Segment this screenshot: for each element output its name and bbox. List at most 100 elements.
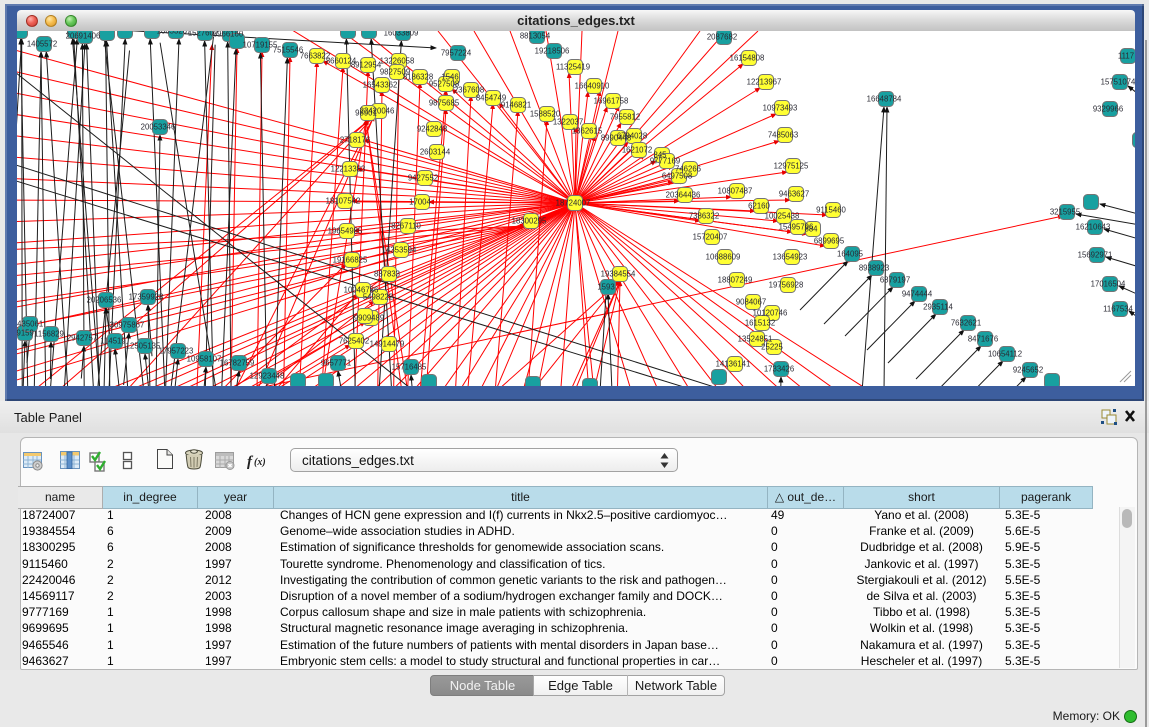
svg-text:10025438: 10025438 bbox=[765, 212, 800, 221]
svg-text:1435061: 1435061 bbox=[17, 320, 43, 329]
svg-text:9427552: 9427552 bbox=[408, 174, 438, 183]
svg-text:14136141: 14136141 bbox=[716, 360, 751, 369]
svg-text:19756928: 19756928 bbox=[769, 281, 804, 290]
svg-text:9909489: 9909489 bbox=[354, 314, 384, 323]
svg-text:19166825: 19166825 bbox=[333, 256, 368, 265]
svg-text:25225: 25225 bbox=[761, 343, 783, 352]
svg-text:9146821: 9146821 bbox=[501, 101, 531, 110]
svg-text:30975867: 30975867 bbox=[110, 321, 145, 330]
svg-text:2718176: 2718176 bbox=[340, 136, 370, 145]
svg-text:7386322: 7386322 bbox=[689, 212, 719, 221]
svg-text:1362615: 1362615 bbox=[572, 127, 603, 136]
svg-text:6966160: 6966160 bbox=[213, 31, 244, 39]
svg-text:20364436: 20364436 bbox=[666, 191, 701, 200]
svg-text:16033809: 16033809 bbox=[384, 31, 419, 38]
svg-text:20053346: 20053346 bbox=[141, 123, 176, 132]
svg-text:19654985: 19654985 bbox=[328, 227, 363, 236]
svg-text:9245652: 9245652 bbox=[1013, 366, 1043, 375]
svg-text:12213967: 12213967 bbox=[747, 78, 782, 87]
svg-text:1405572: 1405572 bbox=[27, 40, 57, 49]
svg-text:1621072: 1621072 bbox=[622, 146, 652, 155]
svg-text:6899695: 6899695 bbox=[814, 237, 845, 246]
svg-text:18724007: 18724007 bbox=[556, 199, 591, 208]
svg-text:8471676: 8471676 bbox=[968, 335, 998, 344]
svg-text:1117: 1117 bbox=[1118, 52, 1134, 61]
svg-text:7625402: 7625402 bbox=[339, 337, 369, 346]
svg-text:2603144: 2603144 bbox=[420, 148, 451, 157]
svg-text:9474444: 9474444 bbox=[902, 290, 933, 299]
svg-text:15720407: 15720407 bbox=[693, 233, 728, 242]
svg-text:7955812: 7955812 bbox=[610, 113, 640, 122]
svg-text:18807249: 18807249 bbox=[718, 276, 753, 285]
svg-text:12505135: 12505135 bbox=[126, 342, 161, 351]
svg-text:9329966: 9329966 bbox=[1093, 105, 1123, 114]
svg-text:1615132: 1615132 bbox=[745, 319, 775, 328]
svg-text:114519: 114519 bbox=[100, 337, 125, 346]
svg-text:18300295: 18300295 bbox=[512, 217, 547, 226]
svg-text:f: f bbox=[247, 454, 254, 470]
svg-text:16782759: 16782759 bbox=[220, 359, 255, 368]
svg-text:10807487: 10807487 bbox=[718, 187, 753, 196]
svg-text:2942757: 2942757 bbox=[67, 334, 97, 343]
svg-text:10120746: 10120746 bbox=[753, 309, 788, 318]
svg-text:14353594: 14353594 bbox=[382, 246, 417, 255]
svg-text:7485063: 7485063 bbox=[768, 131, 798, 140]
svg-text:8267110: 8267110 bbox=[391, 222, 421, 231]
svg-text:887833: 887833 bbox=[374, 270, 400, 279]
svg-text:1733426: 1733426 bbox=[764, 365, 794, 374]
svg-text:1156829: 1156829 bbox=[34, 330, 64, 339]
svg-text:16640910: 16640910 bbox=[575, 82, 610, 91]
svg-text:39159: 39159 bbox=[17, 329, 34, 338]
svg-text:8813054: 8813054 bbox=[520, 32, 551, 41]
svg-text:884: 884 bbox=[804, 225, 818, 234]
svg-text:7957224: 7957224 bbox=[441, 49, 472, 58]
svg-text:5498222: 5498222 bbox=[363, 293, 393, 302]
svg-text:16154808: 16154808 bbox=[730, 54, 765, 63]
svg-text:16543362: 16543362 bbox=[363, 81, 398, 90]
svg-text:15692971: 15692971 bbox=[1078, 251, 1113, 260]
svg-text:2935114: 2935114 bbox=[923, 303, 953, 312]
svg-text:98901: 98901 bbox=[355, 109, 377, 118]
svg-text:18107542: 18107542 bbox=[326, 197, 361, 206]
svg-text:11325419: 11325419 bbox=[556, 63, 590, 72]
svg-text:7515546: 7515546 bbox=[273, 46, 303, 55]
svg-text:12975125: 12975125 bbox=[774, 162, 809, 171]
svg-text:13654923: 13654923 bbox=[773, 253, 808, 262]
svg-text:164095: 164095 bbox=[837, 250, 864, 259]
svg-text:1593: 1593 bbox=[597, 283, 614, 292]
svg-text:19384554: 19384554 bbox=[601, 270, 636, 279]
svg-text:15751074: 15751074 bbox=[1101, 78, 1135, 87]
svg-text:10973493: 10973493 bbox=[763, 104, 798, 113]
svg-text:6794028: 6794028 bbox=[617, 132, 647, 141]
svg-text:9115460: 9115460 bbox=[816, 206, 846, 215]
svg-text:2087682: 2087682 bbox=[707, 33, 737, 42]
svg-text:7632621: 7632621 bbox=[951, 319, 981, 328]
svg-text:1322037: 1322037 bbox=[553, 118, 583, 127]
svg-text:8912954: 8912954 bbox=[351, 61, 382, 70]
svg-text:1167534: 1167534 bbox=[1103, 305, 1133, 314]
svg-text:62160: 62160 bbox=[748, 202, 770, 211]
svg-text:9657771: 9657771 bbox=[321, 359, 351, 368]
svg-text:12923448: 12923448 bbox=[250, 372, 285, 381]
svg-text:13226058: 13226058 bbox=[380, 57, 415, 66]
svg-text:17359928: 17359928 bbox=[129, 293, 164, 302]
svg-text:10958107: 10958107 bbox=[187, 355, 222, 364]
svg-text:20206536: 20206536 bbox=[87, 296, 122, 305]
svg-text:19218506: 19218506 bbox=[535, 47, 570, 56]
svg-text:10688609: 10688609 bbox=[706, 253, 741, 262]
svg-text:9242848: 9242848 bbox=[417, 125, 447, 134]
svg-text:8938923: 8938923 bbox=[859, 264, 889, 273]
svg-text:9463627: 9463627 bbox=[779, 190, 809, 199]
svg-text:(x): (x) bbox=[254, 457, 266, 468]
svg-text:3215955: 3215955 bbox=[1050, 208, 1081, 217]
svg-text:6879197: 6879197 bbox=[880, 276, 910, 285]
svg-text:10654112: 10654112 bbox=[988, 350, 1022, 359]
svg-text:20691406: 20691406 bbox=[66, 32, 101, 41]
svg-text:16210643: 16210643 bbox=[1076, 223, 1111, 232]
svg-text:9875685: 9875685 bbox=[429, 99, 460, 108]
svg-text:16961758: 16961758 bbox=[594, 97, 629, 106]
svg-text:17004: 17004 bbox=[409, 198, 431, 207]
svg-text:746266: 746266 bbox=[675, 165, 701, 174]
svg-text:9084067: 9084067 bbox=[736, 298, 766, 307]
svg-text:12213383: 12213383 bbox=[331, 165, 366, 174]
